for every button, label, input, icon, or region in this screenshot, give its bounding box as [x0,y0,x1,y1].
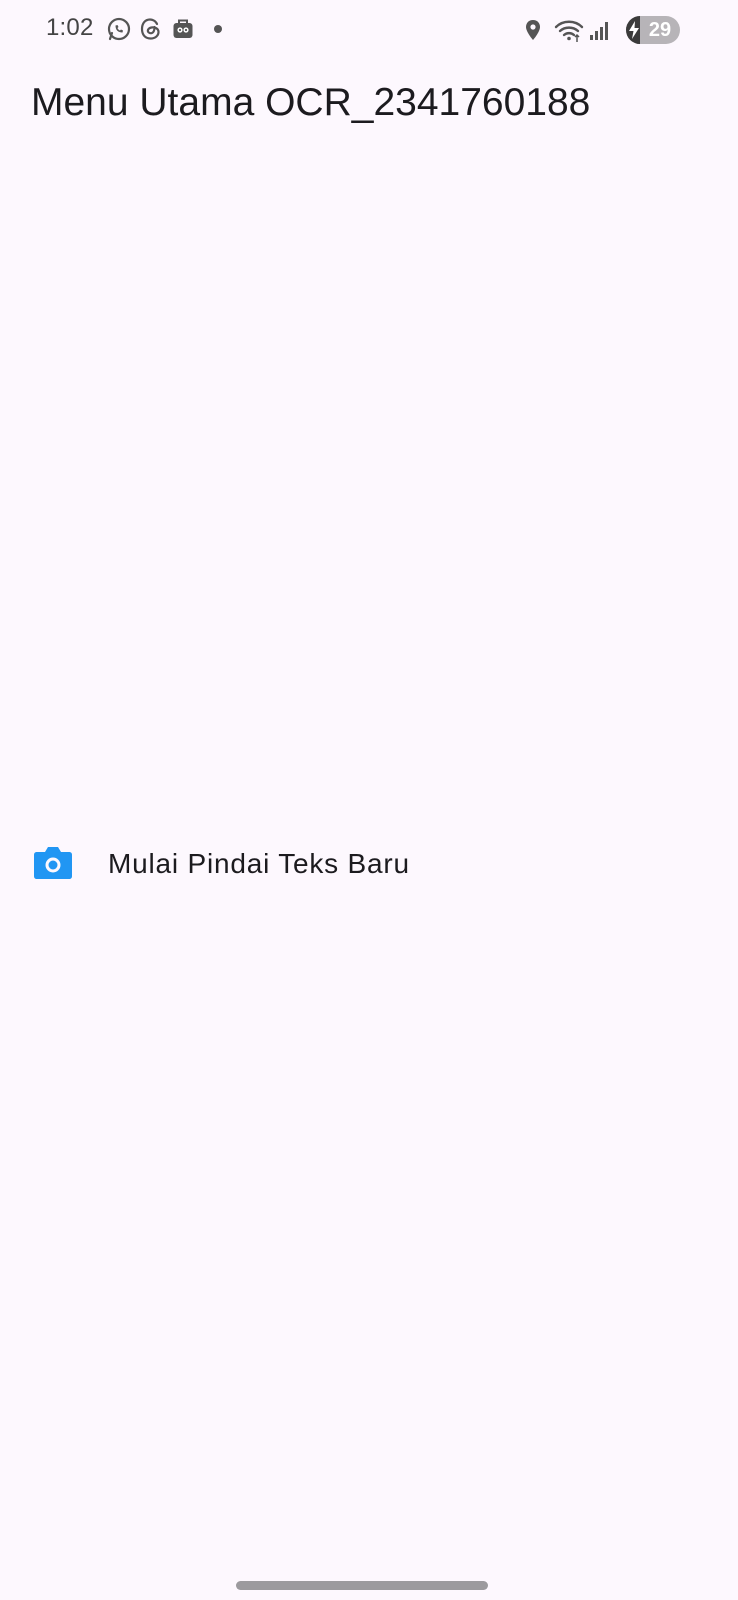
charging-icon [629,21,639,39]
menu-item-label: Mulai Pindai Teks Baru [108,848,410,879]
whatsapp-icon [106,16,132,42]
status-bar: 1:02 29 [0,0,738,62]
battery-level: 29 [648,18,672,41]
camera-icon [33,844,73,880]
menu-item-scan-new-text[interactable]: Mulai Pindai Teks Baru [0,824,738,902]
signal-icon [588,17,614,43]
battery-indicator: 29 [626,16,680,44]
location-icon [520,17,546,43]
status-time: 1:02 [46,14,94,41]
more-notifications-dot [214,25,222,33]
wifi-icon [554,17,584,43]
system-icons: 29 [520,16,680,44]
notification-icons [106,16,222,42]
gesture-navigation-handle[interactable] [236,1581,488,1590]
app-notification-icon [170,16,196,42]
page-title: Menu Utama OCR_2341760188 [31,81,591,124]
threads-icon [138,16,164,42]
